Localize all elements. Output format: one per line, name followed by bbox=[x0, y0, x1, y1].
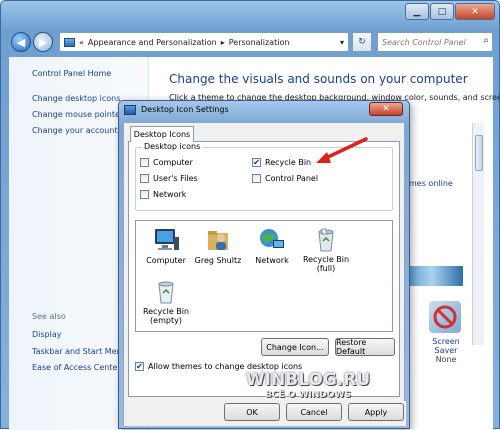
themes-scrollbar[interactable] bbox=[472, 123, 484, 345]
minimize-button[interactable]: ▁ bbox=[405, 3, 429, 20]
watermark: WINBLOG.RU ВСЁ О WINDOWS bbox=[238, 370, 378, 400]
taskbar-start-menu-link[interactable]: Taskbar and Start Menu bbox=[32, 347, 127, 356]
watermark-title: WINBLOG.RU bbox=[245, 370, 371, 390]
display-link[interactable]: Display bbox=[32, 330, 62, 339]
close-button[interactable]: ✕ bbox=[455, 3, 495, 20]
icon-label: Computer bbox=[146, 256, 186, 265]
desktop-icons-group: Desktop icons Computer ✔ Recycle Bin User… bbox=[135, 142, 393, 211]
see-also-heading: See also bbox=[32, 312, 66, 321]
change-mouse-pointers-link[interactable]: Change mouse pointers bbox=[32, 110, 127, 119]
icon-label: Recycle Bin (full) bbox=[302, 255, 350, 273]
screen-saver-value: None bbox=[435, 355, 457, 364]
restore-default-button[interactable]: Restore Default bbox=[335, 338, 395, 356]
computer-checkbox[interactable]: Computer bbox=[140, 158, 193, 167]
list-item[interactable]: Recycle Bin (empty) bbox=[138, 279, 194, 326]
back-button[interactable]: ◀ bbox=[11, 32, 31, 52]
search-placeholder: Search Control Panel bbox=[382, 37, 466, 47]
tab-page: Desktop icons Computer ✔ Recycle Bin User… bbox=[128, 141, 400, 397]
icon-label: Recycle Bin (empty) bbox=[142, 307, 190, 325]
user-folder-icon bbox=[204, 227, 232, 253]
network-icon bbox=[258, 227, 286, 253]
network-checkbox[interactable]: Network bbox=[140, 190, 186, 199]
change-desktop-icons-link[interactable]: Change desktop icons bbox=[32, 94, 120, 103]
page-title: Change the visuals and sounds on your co… bbox=[169, 72, 468, 86]
checkbox-label: Recycle Bin bbox=[265, 158, 312, 167]
refresh-button[interactable]: ↻ bbox=[352, 32, 372, 52]
icon-label: Network bbox=[255, 256, 289, 265]
computer-icon bbox=[152, 227, 180, 253]
breadcrumb-personalization[interactable]: Personalization bbox=[229, 38, 290, 47]
cancel-button[interactable]: Cancel bbox=[286, 403, 342, 421]
recycle-bin-empty-icon bbox=[152, 279, 180, 305]
checkbox-box[interactable] bbox=[140, 158, 149, 167]
checkbox-box[interactable] bbox=[140, 174, 149, 183]
screen-saver-label[interactable]: Screen Saver bbox=[421, 337, 471, 355]
users-files-checkbox[interactable]: User's Files bbox=[140, 174, 198, 183]
ok-button[interactable]: OK bbox=[224, 403, 280, 421]
checkbox-box-checked[interactable]: ✔ bbox=[252, 158, 261, 167]
apply-button[interactable]: Apply bbox=[348, 403, 404, 421]
change-icon-button[interactable]: Change Icon... bbox=[261, 338, 329, 356]
recycle-bin-checkbox[interactable]: ✔ Recycle Bin bbox=[252, 158, 311, 167]
breadcrumb-separator[interactable]: ▸ bbox=[221, 38, 225, 47]
dialog-close-button[interactable]: ✕ bbox=[369, 102, 403, 116]
breadcrumb-appearance[interactable]: Appearance and Personalization bbox=[88, 38, 217, 47]
recycle-bin-full-icon bbox=[312, 227, 340, 253]
icon-label: Greg Shultz bbox=[194, 256, 242, 265]
navigation-bar: ◀ ▶ « Appearance and Personalization ▸ P… bbox=[9, 29, 493, 55]
screen-saver-icon[interactable] bbox=[429, 301, 461, 333]
checkbox-label: User's Files bbox=[153, 174, 198, 183]
list-item[interactable]: Recycle Bin (full) bbox=[298, 227, 354, 274]
breadcrumb-chevron[interactable]: « bbox=[79, 38, 84, 47]
checkbox-label: Network bbox=[153, 190, 187, 199]
window-controls: ▁ □ ✕ bbox=[405, 3, 495, 20]
search-input[interactable]: Search Control Panel ⌕ bbox=[377, 32, 493, 52]
checkbox-box-checked[interactable]: ✔ bbox=[135, 362, 144, 371]
dialog-footer: OK Cancel Apply bbox=[124, 401, 406, 426]
tab-desktop-icons[interactable]: Desktop Icons bbox=[130, 126, 194, 142]
group-label: Desktop icons bbox=[142, 142, 203, 151]
dialog-title: Desktop Icon Settings bbox=[141, 105, 229, 114]
watermark-subtitle: ВСЁ О WINDOWS bbox=[265, 390, 351, 400]
control-panel-icon bbox=[64, 37, 75, 47]
control-panel-home-link[interactable]: Control Panel Home bbox=[32, 69, 111, 78]
checkbox-label: Computer bbox=[153, 158, 193, 167]
desktop-icon-list[interactable]: Computer Greg Shultz Network Recycle Bin… bbox=[135, 220, 393, 332]
checkbox-label: Control Panel bbox=[265, 174, 319, 183]
checkbox-box[interactable] bbox=[252, 174, 261, 183]
list-item[interactable]: Computer bbox=[138, 227, 194, 265]
list-item[interactable]: Network bbox=[244, 227, 300, 265]
checkbox-box[interactable] bbox=[140, 190, 149, 199]
search-icon[interactable]: ⌕ bbox=[483, 35, 489, 46]
address-bar[interactable]: « Appearance and Personalization ▸ Perso… bbox=[59, 32, 349, 52]
scrollbar-thumb[interactable] bbox=[475, 135, 483, 171]
dialog-icon bbox=[124, 105, 136, 115]
forward-button[interactable]: ▶ bbox=[33, 32, 53, 52]
ease-of-access-link[interactable]: Ease of Access Center bbox=[32, 363, 121, 372]
maximize-button[interactable]: □ bbox=[430, 3, 454, 20]
control-panel-checkbox[interactable]: Control Panel bbox=[252, 174, 318, 183]
address-dropdown-icon[interactable]: ▾ bbox=[340, 38, 344, 47]
theme-thumbnail[interactable] bbox=[401, 266, 463, 286]
list-item[interactable]: Greg Shultz bbox=[190, 227, 246, 265]
